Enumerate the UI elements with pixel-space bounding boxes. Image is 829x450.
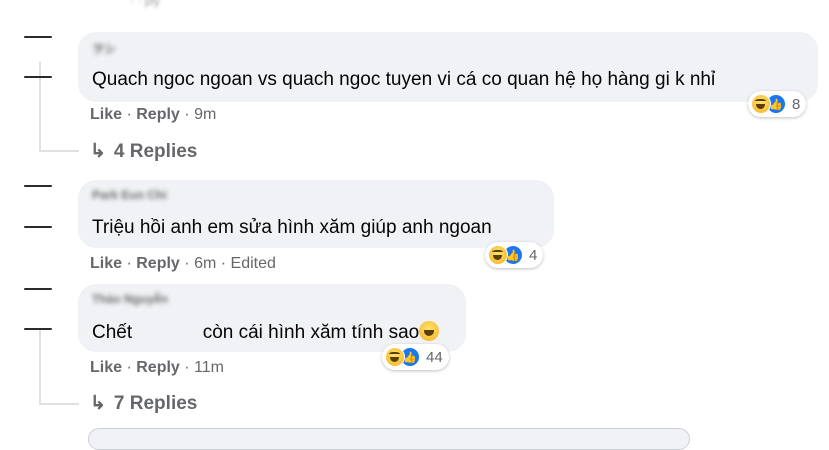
comment-actions: Like · Reply · 11m <box>90 359 224 377</box>
comment-bubble: Park Eun Chi Triệu hồi anh em sửa hình x… <box>78 180 554 248</box>
thread-line-curve <box>39 150 79 152</box>
thread-line-curve <box>39 403 79 405</box>
avatar[interactable] <box>24 288 52 290</box>
separator-dot: · <box>126 106 137 123</box>
comment-text-part: còn cái hình xăm tính sao <box>202 322 420 343</box>
reaction-summary[interactable]: 👍 44 <box>382 344 449 370</box>
avatar[interactable] <box>24 76 52 78</box>
reply-button[interactable]: Reply <box>136 106 180 123</box>
like-button[interactable]: Like <box>90 359 122 376</box>
reply-arrow-icon: ↳ <box>90 141 106 162</box>
haha-emoji-icon <box>488 245 508 265</box>
view-replies-button[interactable]: ↳ 7 Replies <box>90 392 197 415</box>
separator-dot: · <box>126 359 137 376</box>
haha-emoji-icon <box>385 347 405 367</box>
next-comment-bubble <box>88 428 690 450</box>
cropped-previous-meta: · · ply <box>130 0 160 8</box>
comment-author[interactable]: Park Eun Chi <box>92 188 167 202</box>
avatar[interactable] <box>24 36 52 38</box>
like-button[interactable]: Like <box>90 255 122 272</box>
comment-actions: Like · Reply · 6m · Edited <box>90 255 276 273</box>
separator-dot: · <box>184 106 195 123</box>
timestamp[interactable]: 9m <box>194 106 216 123</box>
reaction-summary[interactable]: 👍 8 <box>748 91 807 117</box>
separator-dot: · <box>126 255 137 272</box>
comment-actions: Like · Reply · 9m <box>90 106 216 124</box>
comment-bubble: ヲシ Quach ngoc ngoan vs quach ngoc tuyen … <box>78 32 818 102</box>
comment-text: Chết còn cái hình xăm tính sao <box>92 321 440 344</box>
laughing-emoji-icon <box>419 321 440 341</box>
edited-label[interactable]: Edited <box>231 255 276 272</box>
haha-emoji-icon <box>751 94 771 114</box>
separator-dot: · <box>220 255 231 272</box>
replies-label: 4 Replies <box>113 141 198 162</box>
comment-text-part: Chết <box>92 322 133 343</box>
comment-text: Triệu hồi anh em sửa hình xăm giúp anh n… <box>92 217 492 238</box>
avatar[interactable] <box>24 185 52 187</box>
reaction-count: 44 <box>426 348 443 366</box>
reply-button[interactable]: Reply <box>136 255 180 272</box>
comment-bubble: Thảo Nguyễn Chết còn cái hình xăm tính s… <box>78 284 466 352</box>
avatar[interactable] <box>24 328 52 330</box>
view-replies-button[interactable]: ↳ 4 Replies <box>90 140 197 163</box>
like-button[interactable]: Like <box>90 106 122 123</box>
reply-button[interactable]: Reply <box>136 359 180 376</box>
thread-line <box>39 330 41 405</box>
comment-author[interactable]: ヲシ <box>92 40 116 57</box>
separator-dot: · <box>184 255 195 272</box>
reaction-summary[interactable]: 👍 4 <box>485 242 544 268</box>
reaction-count: 8 <box>792 95 801 113</box>
reply-arrow-icon: ↳ <box>90 393 106 414</box>
reaction-count: 4 <box>529 246 538 264</box>
timestamp[interactable]: 11m <box>194 359 224 376</box>
redacted-area <box>137 323 198 342</box>
avatar[interactable] <box>24 226 52 228</box>
separator-dot: · <box>184 359 195 376</box>
comment-text: Quach ngoc ngoan vs quach ngoc tuyen vi … <box>92 69 716 90</box>
timestamp[interactable]: 6m <box>194 255 216 272</box>
comment-author[interactable]: Thảo Nguyễn <box>92 292 168 306</box>
replies-label: 7 Replies <box>113 393 198 414</box>
